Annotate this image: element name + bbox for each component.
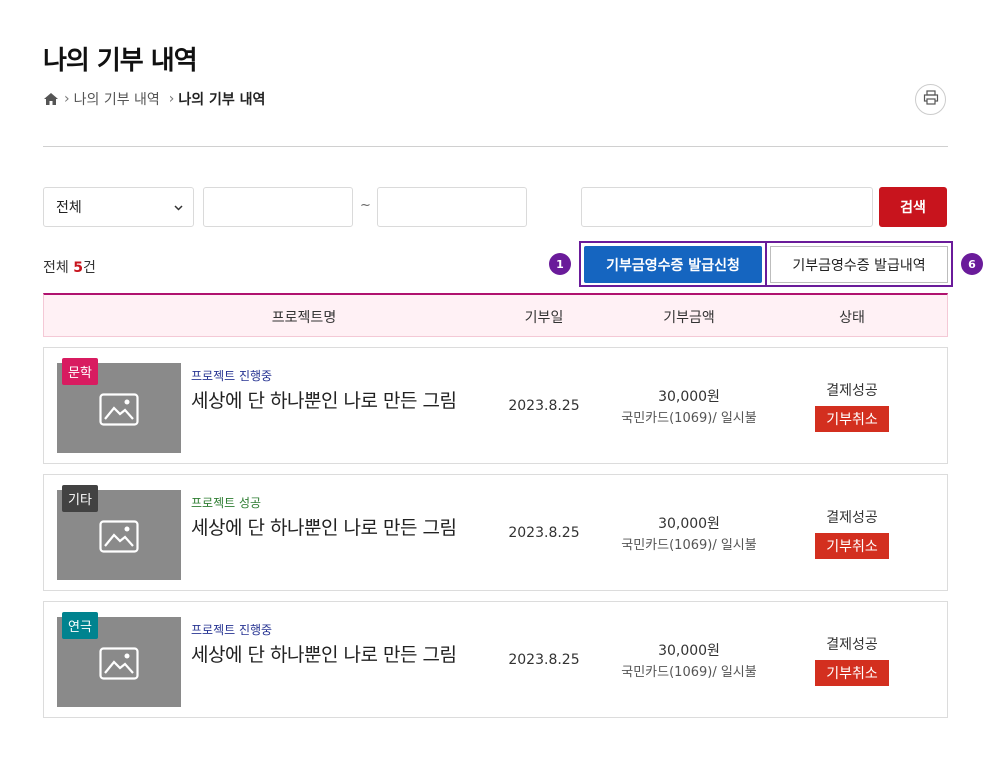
header-amount: 기부금액	[663, 310, 715, 326]
total-count-suffix: 건	[82, 260, 96, 276]
category-select-value: 전체	[56, 200, 82, 216]
image-placeholder-icon	[99, 520, 139, 553]
date-separator: ~	[360, 198, 371, 213]
donation-date: 2023.8.25	[508, 398, 580, 414]
receipt-history-button[interactable]: 기부금영수증 발급내역	[770, 246, 948, 283]
receipt-apply-button[interactable]: 기부금영수증 발급신청	[584, 246, 762, 283]
total-count-number: 5	[73, 260, 83, 276]
annotation-marker-6: 6	[961, 253, 983, 275]
donation-row[interactable]: 문학 프로젝트 진행중 세상에 단 하나뿐인 나로 만든 그림 2023.8.2…	[43, 347, 948, 464]
cancel-donation-button[interactable]: 기부취소	[815, 660, 889, 686]
print-icon	[923, 90, 939, 109]
breadcrumb-item[interactable]: 나의 기부 내역	[74, 89, 160, 109]
donation-date: 2023.8.25	[508, 525, 580, 541]
project-name[interactable]: 세상에 단 하나뿐인 나로 만든 그림	[191, 513, 457, 540]
project-name[interactable]: 세상에 단 하나뿐인 나로 만든 그림	[191, 640, 457, 667]
chevron-down-icon	[174, 199, 183, 215]
donation-date: 2023.8.25	[508, 652, 580, 668]
breadcrumb: › 나의 기부 내역 › 나의 기부 내역	[43, 89, 265, 109]
category-badge: 기타	[62, 485, 98, 512]
table-header: 프로젝트명 기부일 기부금액 상태	[43, 293, 948, 337]
category-badge: 문학	[62, 358, 98, 385]
project-status-label: 프로젝트 성공	[191, 496, 262, 510]
payment-info: 국민카드(1069)/ 일시불	[621, 411, 757, 426]
breadcrumb-separator: ›	[64, 91, 70, 107]
annotation-marker-1: 1	[549, 253, 571, 275]
donation-amount: 30,000원	[658, 516, 720, 532]
header-status: 상태	[839, 310, 865, 326]
project-thumbnail[interactable]: 기타	[57, 485, 181, 580]
total-count: 전체 5건	[43, 257, 96, 277]
divider	[43, 146, 948, 147]
image-placeholder-icon	[99, 393, 139, 426]
search-button[interactable]: 검색	[879, 187, 947, 227]
cancel-donation-button[interactable]: 기부취소	[815, 533, 889, 559]
payment-status: 결제성공	[826, 510, 878, 526]
category-badge: 연극	[62, 612, 98, 639]
payment-status: 결제성공	[826, 637, 878, 653]
project-status-label: 프로젝트 진행중	[191, 369, 273, 383]
home-icon[interactable]	[43, 92, 59, 106]
payment-info: 국민카드(1069)/ 일시불	[621, 538, 757, 553]
project-thumbnail[interactable]: 연극	[57, 612, 181, 707]
print-button[interactable]	[915, 84, 946, 115]
category-select[interactable]: 전체	[43, 187, 194, 227]
breadcrumb-current: 나의 기부 내역	[178, 92, 266, 108]
project-name[interactable]: 세상에 단 하나뿐인 나로 만든 그림	[191, 386, 457, 413]
payment-status: 결제성공	[826, 383, 878, 399]
cancel-donation-button[interactable]: 기부취소	[815, 406, 889, 432]
project-thumbnail[interactable]: 문학	[57, 358, 181, 453]
donation-amount: 30,000원	[658, 643, 720, 659]
donation-amount: 30,000원	[658, 389, 720, 405]
date-to-input[interactable]	[377, 187, 527, 227]
breadcrumb-separator: ›	[168, 91, 175, 107]
project-status-label: 프로젝트 진행중	[191, 623, 273, 637]
header-date: 기부일	[524, 310, 564, 326]
total-count-prefix: 전체	[43, 260, 74, 276]
donation-row[interactable]: 기타 프로젝트 성공 세상에 단 하나뿐인 나로 만든 그림 2023.8.25…	[43, 474, 948, 591]
date-from-input[interactable]	[203, 187, 353, 227]
image-placeholder-icon	[99, 647, 139, 680]
page-title: 나의 기부 내역	[43, 46, 198, 76]
search-input[interactable]	[581, 187, 873, 227]
donation-row[interactable]: 연극 프로젝트 진행중 세상에 단 하나뿐인 나로 만든 그림 2023.8.2…	[43, 601, 948, 718]
header-project: 프로젝트명	[271, 310, 337, 326]
payment-info: 국민카드(1069)/ 일시불	[621, 665, 757, 680]
